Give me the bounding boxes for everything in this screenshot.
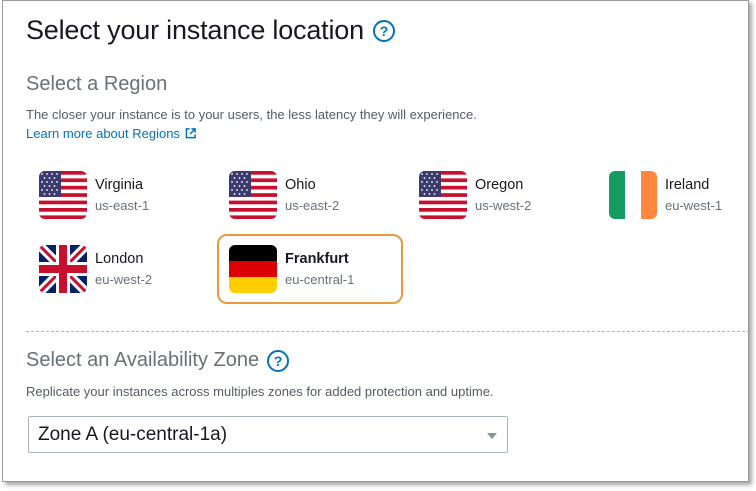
us-flag-icon (39, 171, 87, 219)
region-name: London (95, 251, 144, 267)
region-tile-frankfurt[interactable]: Frankfurt eu-central-1 (217, 234, 403, 304)
germany-flag-icon (229, 245, 277, 293)
page-title: Select your instance location ? (26, 15, 395, 46)
availability-zone-select[interactable]: Zone A (eu-central-1a) (28, 416, 508, 453)
external-link-icon (185, 128, 196, 139)
region-section-title: Select a Region (26, 73, 167, 96)
region-code: eu-west-1 (665, 198, 723, 213)
region-code: us-east-1 (95, 198, 150, 213)
page-title-text: Select your instance location (26, 15, 364, 45)
chevron-down-icon (487, 433, 497, 439)
zone-section-title-text: Select an Availability Zone (26, 349, 260, 371)
ireland-flag-icon (609, 171, 657, 219)
region-name: Frankfurt (285, 251, 349, 267)
help-icon[interactable]: ? (372, 19, 395, 42)
region-name: Oregon (475, 177, 524, 193)
region-section-title-text: Select a Region (26, 73, 168, 95)
region-name: Ohio (285, 177, 316, 193)
region-tile-ohio[interactable]: Ohio us-east-2 (217, 160, 403, 230)
us-flag-icon (419, 171, 467, 219)
region-description: The closer your instance is to your user… (26, 107, 477, 122)
zone-description: Replicate your instances across multiple… (26, 384, 494, 399)
region-tile-virginia[interactable]: Virginia us-east-1 (27, 160, 213, 230)
region-tile-oregon[interactable]: Oregon us-west-2 (407, 160, 593, 230)
zone-select-value: Zone A (eu-central-1a) (38, 423, 228, 445)
learn-more-regions-link[interactable]: Learn more about Regions (26, 126, 196, 141)
region-name: Virginia (95, 177, 144, 193)
uk-flag-icon (39, 245, 87, 293)
region-tile-ireland[interactable]: Ireland eu-west-1 (597, 160, 747, 230)
region-name: Ireland (665, 177, 710, 193)
help-icon[interactable]: ? (267, 349, 290, 372)
region-code: eu-west-2 (95, 272, 153, 287)
zone-section-title: Select an Availability Zone ? (26, 349, 290, 372)
region-code: eu-central-1 (285, 272, 355, 287)
instance-location-panel: Select your instance location ? Select a… (2, 0, 750, 482)
region-code: us-east-2 (285, 198, 340, 213)
region-code: us-west-2 (475, 198, 532, 213)
region-tile-london[interactable]: London eu-west-2 (27, 234, 213, 304)
learn-more-label[interactable]: Learn more about Regions (26, 126, 180, 141)
us-flag-icon (229, 171, 277, 219)
section-divider (26, 331, 750, 332)
